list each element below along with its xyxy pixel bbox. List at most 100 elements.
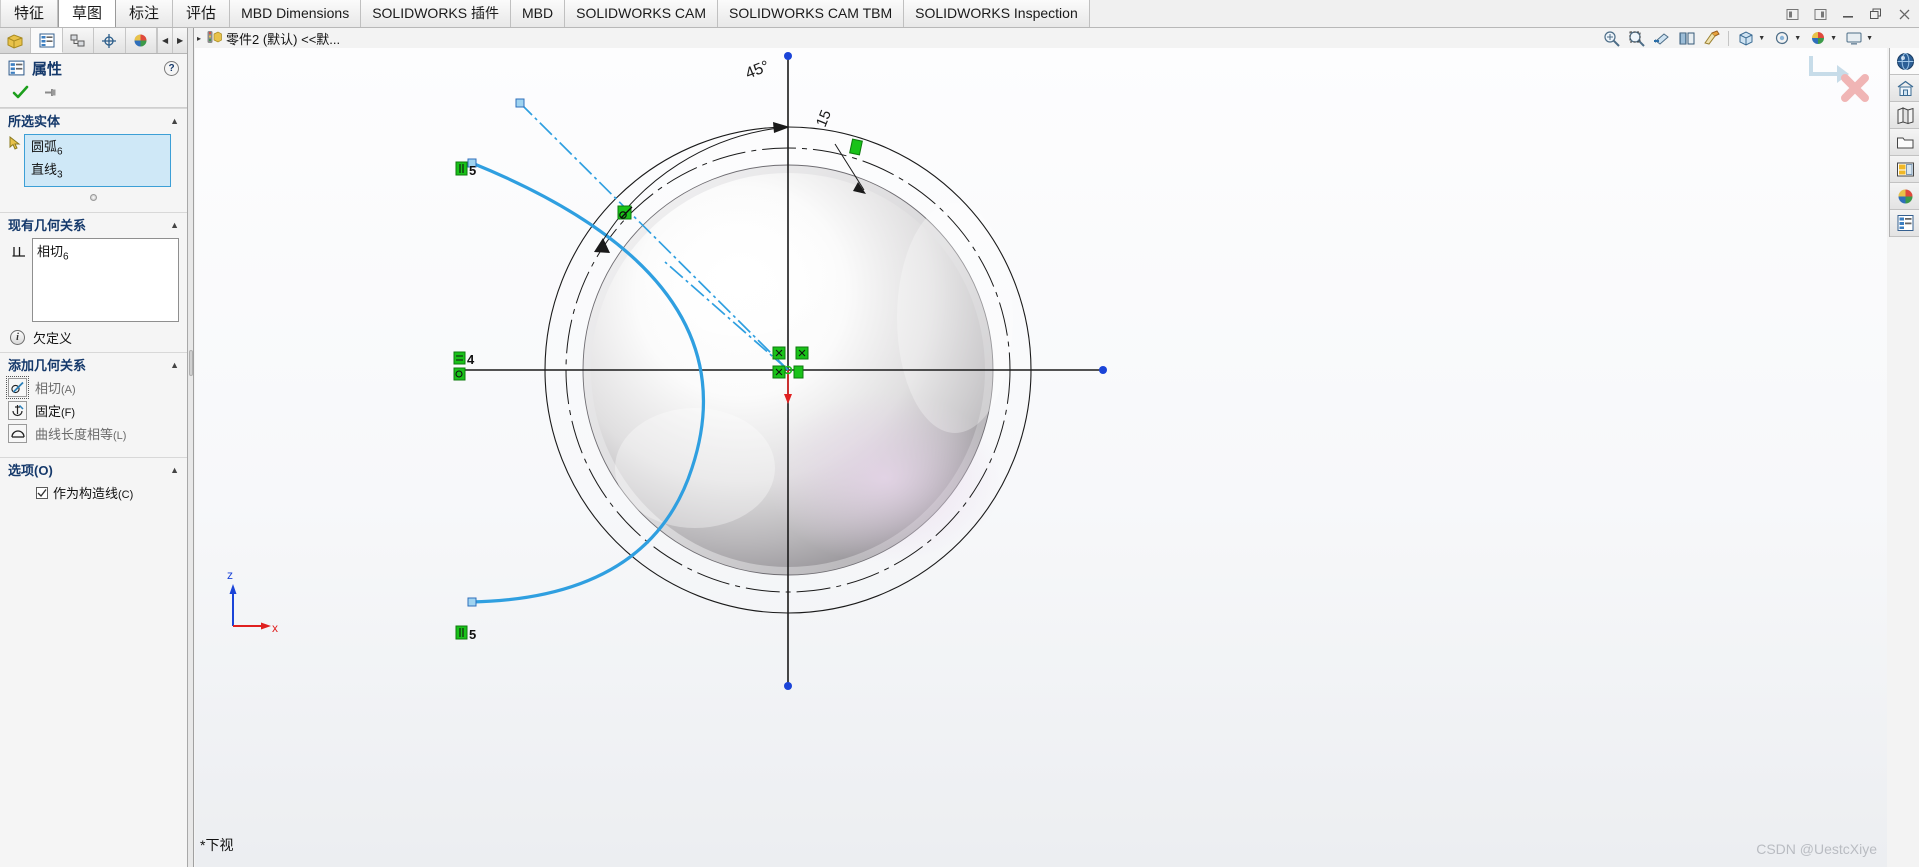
design-library-icon[interactable] [1890,75,1919,102]
configuration-manager-tab[interactable] [62,28,95,53]
feature-manager-tab[interactable] [0,28,32,53]
section-add-relations[interactable]: 添加几何关系 ▲ [0,352,187,376]
tab-features[interactable]: 特征 [0,0,59,27]
selected-entities-listbox[interactable]: 圆弧6 直线3 [24,134,171,188]
list-item[interactable]: 直线3 [31,161,164,184]
chevron-down-icon[interactable]: ▼ [1794,35,1803,42]
edit-appearance-icon[interactable] [1771,29,1792,47]
restore-right-icon[interactable] [1809,3,1831,25]
horizontal-line-endpoint-right [1099,366,1107,374]
tangent-icon [6,376,29,400]
page-title: 属性 [32,60,63,78]
section-view-icon[interactable] [1651,29,1672,47]
window-controls [1781,0,1915,28]
close-button[interactable] [1893,3,1915,25]
view-orientation-label: *下视 [200,837,234,853]
tab-mbd-dimensions[interactable]: MBD Dimensions [230,0,362,27]
angular-dimension-label: 45° [743,58,772,83]
cursor-hint [1807,52,1877,102]
vertical-line-endpoint-top [784,52,792,60]
chevron-down-icon[interactable]: ▼ [1758,35,1767,42]
section-options[interactable]: 选项(O) ▲ [0,457,187,481]
view-palette-icon[interactable] [1890,156,1919,183]
vertical-line-endpoint-bottom [784,682,792,690]
perpendicular-relation-icon [11,244,27,265]
ribbon-tab-bar: 特征 草图 标注 评估 MBD Dimensions SOLIDWORKS 插件… [0,0,1919,28]
tab-markup[interactable]: 标注 [116,0,174,27]
coordinate-triad: z x [227,568,278,635]
apply-scene-icon[interactable] [1807,29,1828,47]
tab-solidworks-inspection[interactable]: SOLIDWORKS Inspection [904,0,1090,27]
watermark: CSDN @UestcXiye [1756,841,1877,857]
minimize-button[interactable] [1837,3,1859,25]
add-relation-fix-label: 固定(F) [35,404,76,420]
add-relation-equal-curve-length-label: 曲线长度相等(L) [35,427,127,443]
option-for-construction-row[interactable]: 作为构造线(C) [0,481,187,504]
listbox-resize-handle[interactable] [0,188,187,206]
tab-solidworks-cam[interactable]: SOLIDWORKS CAM [565,0,719,27]
zoom-to-fit-icon[interactable] [1601,29,1622,47]
relation-marker-tangent-on-arc [617,205,633,220]
tab-solidworks-addins[interactable]: SOLIDWORKS 插件 [361,0,511,27]
maximize-restore-button[interactable] [1865,3,1887,25]
hide-show-items-icon[interactable] [1735,29,1756,47]
solidworks-resources-icon[interactable] [1890,48,1919,75]
info-icon: i [10,329,25,345]
equal-curve-length-icon [8,424,27,444]
display-style-icon[interactable] [1701,29,1722,47]
panel-splitter[interactable] [188,28,194,867]
custom-properties-icon[interactable] [1890,210,1919,237]
view-orientation-icon[interactable] [1676,29,1697,47]
chevron-up-icon[interactable]: ▲ [170,465,179,475]
for-construction-label: 作为构造线(C) [53,486,134,502]
chevron-up-icon[interactable]: ▲ [170,360,179,370]
relation-index: 6 [63,251,69,263]
restore-left-icon[interactable] [1781,3,1803,25]
relation-marker-horizontal-left-a: 4 [453,351,475,367]
entity-name: 直线 [31,161,58,177]
ok-button[interactable] [12,85,29,105]
add-relation-tangent-button[interactable]: 相切(A) [0,376,187,400]
definition-status: i 欠定义 [0,322,187,352]
relation-name: 相切 [37,244,64,260]
triad-x-label: x [272,621,278,635]
entity-index: 3 [57,169,63,181]
tab-solidworks-cam-tbm[interactable]: SOLIDWORKS CAM TBM [718,0,905,27]
relation-marker-label: 4 [467,352,475,367]
add-relation-equal-curve-length-button[interactable]: 曲线长度相等(L) [0,422,187,445]
list-item[interactable]: 相切6 [37,241,174,263]
add-relation-fix-button[interactable]: 固定(F) [0,399,187,422]
chevron-down-icon[interactable]: ▼ [1866,35,1875,42]
tab-mbd[interactable]: MBD [511,0,566,27]
fix-icon [8,401,27,421]
chevron-up-icon[interactable]: ▲ [170,220,179,230]
appearances-scenes-icon[interactable] [1890,183,1919,210]
section-existing-relations-label: 现有几何关系 [8,218,87,234]
for-construction-checkbox[interactable] [36,486,48,499]
zoom-to-area-icon[interactable] [1626,29,1647,47]
property-manager-actions [0,82,187,108]
dimxpert-manager-tab[interactable] [94,28,126,53]
chevron-left-icon[interactable]: ◀ [157,28,173,53]
graphics-area[interactable]: 45° 15 5 4 5 z x *下视 CSDN @UestcXiye [195,48,1887,867]
help-icon[interactable]: ? [164,60,179,76]
property-manager-tab[interactable] [31,28,63,53]
view-settings-icon[interactable] [1843,29,1864,47]
tab-evaluate[interactable]: 评估 [173,0,231,27]
file-explorer-icon[interactable] [1890,102,1919,129]
display-manager-tab[interactable] [125,28,158,53]
existing-relations-listbox[interactable]: 相切6 [32,238,179,323]
section-existing-relations[interactable]: 现有几何关系 ▲ [0,212,187,236]
section-selected-entities[interactable]: 所选实体 ▲ [0,108,187,132]
tab-sketch[interactable]: 草图 [58,0,117,27]
close-x-icon [1841,74,1869,102]
chevron-down-icon[interactable]: ▼ [1830,35,1839,42]
list-item[interactable]: 圆弧6 [31,138,164,161]
chevron-right-icon[interactable]: ▸ [195,34,203,43]
chevron-up-icon[interactable]: ▲ [170,116,179,126]
keep-visible-pin-button[interactable] [43,85,58,105]
search-folder-icon[interactable] [1890,129,1919,156]
part-icon [207,30,222,47]
chevron-right-icon[interactable]: ▶ [172,28,188,53]
flyout-feature-tree[interactable]: ▸ 零件2 (默认) <<默... [195,29,340,48]
